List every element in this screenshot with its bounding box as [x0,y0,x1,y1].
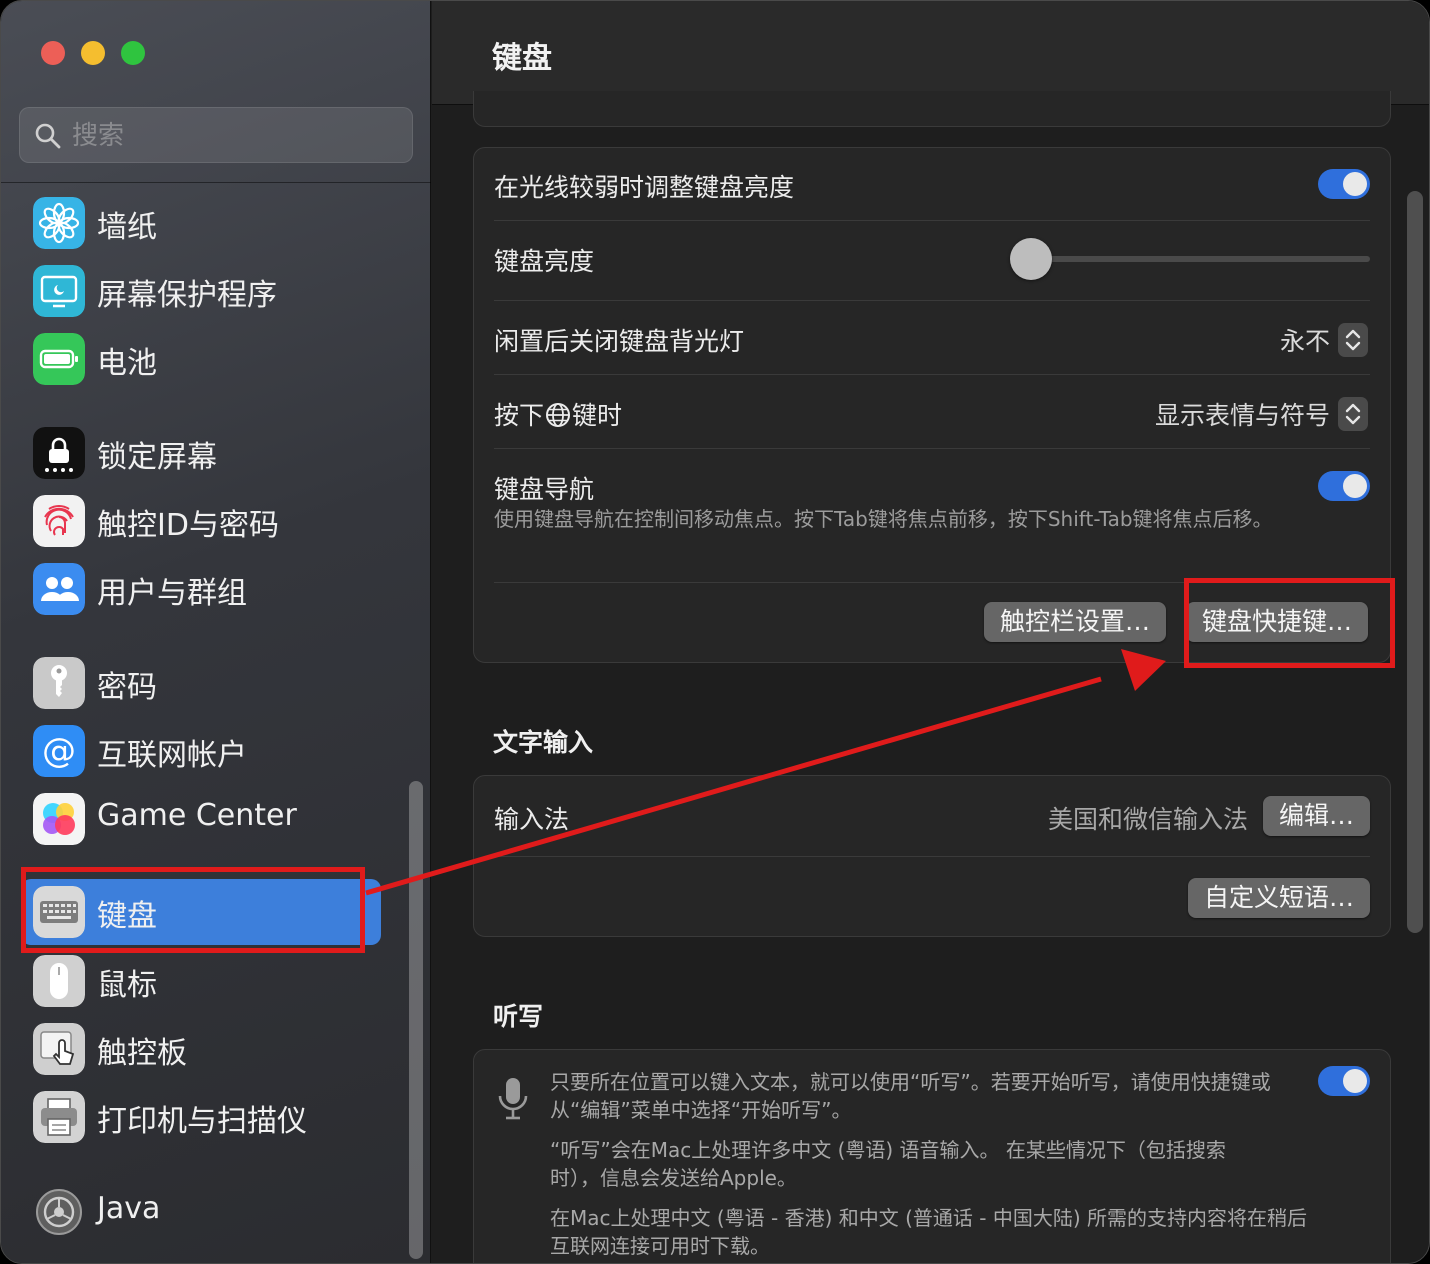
java-icon [36,1189,82,1235]
sidebar-item-label: 用户与群组 [97,576,247,611]
minimize-window-button[interactable] [81,41,105,65]
battery-icon [33,333,85,385]
select-value: 显示表情与符号 [1154,401,1330,430]
backlight-off-label: 闲置后关闭键盘背光灯 [494,327,745,356]
sidebar-item-trackpad[interactable]: 触控板 [21,1018,381,1080]
page-title: 键盘 [492,41,552,76]
lock-screen-icon [33,427,85,479]
sidebar-item-label: 电池 [97,346,157,381]
row-separator [494,856,1370,857]
input-method-label: 输入法 [494,805,570,834]
dictation-info-1: 只要所在位置可以键入文本，就可以使用“听写”。若要开始听写，请使用快捷键或从“编… [550,1070,1271,1122]
chevron-up-down-icon [1338,323,1368,357]
sidebar-item-screensaver[interactable]: 屏幕保护程序 [21,260,381,322]
dictation-info-3: 在Mac上处理中文 (粤语 - 香港) 和中文 (普通话 - 中国大陆) 所需的… [550,1206,1308,1258]
maximize-window-button[interactable] [121,41,145,65]
wallpaper-icon [33,197,85,249]
sidebar-item-battery[interactable]: 电池 [21,328,381,390]
sidebar-item-label: 打印机与扫描仪 [97,1104,307,1139]
dictation-section-title: 听写 [493,1002,544,1031]
edit-input-methods-button[interactable]: 编辑… [1262,796,1370,836]
trackpad-icon [33,1023,85,1075]
search-input[interactable] [72,116,402,156]
row-separator [494,448,1370,449]
custom-phrases-button[interactable]: 自定义短语… [1187,878,1370,918]
globe-key-label-suffix: 键时 [572,401,623,430]
keyboard-nav-label: 键盘导航 [494,475,595,504]
at-sign-icon: @ [33,725,85,777]
screensaver-icon [33,265,85,317]
globe-icon [546,403,571,427]
settings-window: 墙纸 屏幕保护程序 电池 [0,0,1430,1264]
sidebar-item-label: 触控ID与密码 [97,508,279,543]
input-method-value: 美国和微信输入法 [1047,805,1248,834]
sidebar-item-label: 屏幕保护程序 [97,278,277,313]
globe-key-label: 按下 键时 [494,396,622,432]
annotation-box-shortcuts [1184,578,1395,668]
sidebar-item-label: 互联网帐户 [97,738,247,773]
dictation-card: 只要所在位置可以键入文本，就可以使用“听写”。若要开始听写，请使用快捷键或从“编… [473,1049,1391,1263]
touchbar-settings-button[interactable]: 触控栏设置… [984,602,1167,642]
search-field[interactable] [19,107,413,163]
sidebar-item-label: Game Center [97,798,297,833]
row-separator [494,300,1370,301]
sidebar-item-touch-id[interactable]: 触控ID与密码 [21,490,381,552]
text-input-section-title: 文字输入 [493,728,594,757]
select-value: 永不 [1279,327,1330,356]
keyboard-nav-toggle[interactable] [1318,471,1370,501]
keyboard-nav-description: 使用键盘导航在控制间移动焦点。按下Tab键将焦点前移，按下Shift-Tab键将… [494,507,1273,531]
auto-brightness-label: 在光线较弱时调整键盘亮度 [494,173,795,202]
toggle-knob [1343,172,1367,196]
previous-card-edge [473,91,1391,127]
sidebar-item-label: 触控板 [97,1036,187,1071]
text-input-card: 输入法 美国和微信输入法 编辑… 自定义短语… [473,775,1391,937]
sidebar-item-label: 锁定屏幕 [97,440,217,475]
microphone-icon [498,1078,528,1120]
main-scrollbar[interactable] [1407,191,1423,933]
annotation-box-keyboard [21,867,365,953]
toggle-knob [1343,1069,1367,1093]
brightness-slider-knob[interactable] [1010,238,1052,280]
brightness-label: 键盘亮度 [494,247,595,276]
backlight-off-select[interactable]: 永不 [1279,322,1368,357]
sidebar-divider [1,182,431,183]
sidebar-item-mouse[interactable]: 鼠标 [21,950,381,1012]
brightness-slider-track[interactable] [1030,256,1370,262]
sidebar-item-internet-accounts[interactable]: @ 互联网帐户 [21,720,381,782]
globe-key-select[interactable]: 显示表情与符号 [1154,396,1368,431]
search-icon [35,123,61,149]
dictation-info-2: “听写”会在Mac上处理许多中文 (粤语) 语音输入。 在某些情况下（包括搜索时… [550,1138,1226,1190]
sidebar-item-wallpaper[interactable]: 墙纸 [21,192,381,254]
sidebar-scrollbar[interactable] [409,781,423,1259]
row-separator [494,220,1370,221]
key-icon [33,657,85,709]
globe-key-label-prefix: 按下 [494,401,545,430]
mouse-icon [33,955,85,1007]
sidebar-item-java[interactable]: Java [21,1181,381,1243]
users-groups-icon [33,563,85,615]
sidebar-item-label: Java [97,1191,161,1226]
printer-icon [33,1091,85,1143]
sidebar-item-label: 密码 [97,670,157,705]
touch-id-icon [33,495,85,547]
row-separator [494,374,1370,375]
toggle-knob [1343,474,1367,498]
dictation-toggle[interactable] [1318,1066,1370,1096]
sidebar-item-users-groups[interactable]: 用户与群组 [21,558,381,620]
titlebar: 键盘 [432,1,1429,105]
chevron-up-down-icon [1338,397,1368,431]
svg-text:@: @ [42,731,76,771]
sidebar-item-label: 墙纸 [97,210,157,245]
sidebar-item-game-center[interactable]: Game Center [21,788,381,850]
sidebar-item-printers[interactable]: 打印机与扫描仪 [21,1086,381,1148]
auto-brightness-toggle[interactable] [1318,169,1370,199]
sidebar-item-passwords[interactable]: 密码 [21,652,381,714]
game-center-icon [33,793,85,845]
sidebar-item-lock-screen[interactable]: 锁定屏幕 [21,422,381,484]
sidebar-item-label: 鼠标 [97,968,157,1003]
sidebar: 墙纸 屏幕保护程序 电池 [1,1,431,1263]
close-window-button[interactable] [41,41,65,65]
